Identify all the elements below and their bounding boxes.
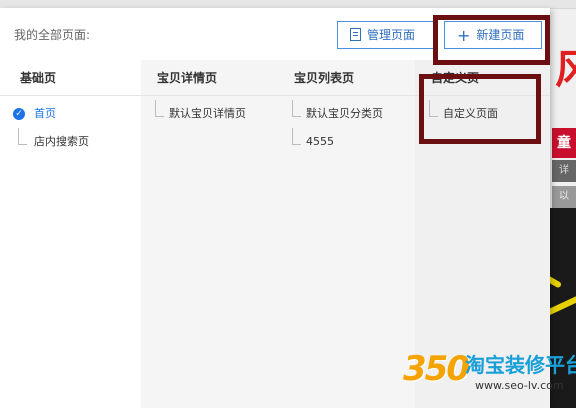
page-item-label: 店内搜索页	[34, 135, 89, 148]
column-basic-pages: 基础页 ✓ 首页 店内搜索页	[0, 60, 141, 408]
column-title: 基础页	[0, 60, 141, 96]
column-title: 宝贝详情页	[141, 60, 278, 96]
manage-pages-label: 管理页面	[367, 28, 416, 42]
page-item-store-search[interactable]: 店内搜索页	[0, 128, 141, 156]
manage-pages-button[interactable]: 管理页面	[337, 21, 437, 49]
background-red-block: 童	[552, 128, 576, 158]
column-item-list-pages: 宝贝列表页 默认宝贝分类页 4555	[278, 60, 415, 408]
page-item-label: 自定义页面	[443, 107, 498, 120]
popup-header: 我的全部页面: 管理页面 + 新建页面	[0, 8, 550, 58]
page-item-label: 首页	[34, 107, 56, 120]
page-item-label: 默认宝贝详情页	[169, 107, 246, 120]
column-item-detail-pages: 宝贝详情页 默认宝贝详情页	[141, 60, 278, 408]
watermark-url: www.seo-lv.com	[475, 379, 564, 392]
popup-title: 我的全部页面:	[14, 28, 91, 42]
page-item-custom[interactable]: 自定义页面	[415, 100, 550, 128]
document-icon	[350, 28, 361, 41]
new-page-label: 新建页面	[476, 28, 525, 42]
column-title: 自定义页	[415, 60, 550, 96]
page-item-default-detail[interactable]: 默认宝贝详情页	[141, 100, 278, 128]
page-selector-popup: 我的全部页面: 管理页面 + 新建页面 基础页 ✓ 首页 店内搜索页 宝贝详情页	[0, 8, 550, 408]
new-page-button[interactable]: + 新建页面	[444, 21, 542, 49]
tree-branch-line	[292, 100, 301, 117]
column-title: 宝贝列表页	[278, 60, 415, 96]
background-grey-block: 详	[552, 160, 576, 182]
tree-branch-line	[155, 100, 164, 117]
page-item-label: 默认宝贝分类页	[306, 107, 383, 120]
page-item-4555[interactable]: 4555	[278, 128, 415, 156]
plus-icon: +	[457, 25, 471, 45]
page-item-label: 4555	[306, 135, 334, 148]
page-item-default-category[interactable]: 默认宝贝分类页	[278, 100, 415, 128]
tree-branch-line	[429, 100, 438, 117]
page-item-home[interactable]: ✓ 首页	[0, 100, 141, 128]
tree-branch-line	[292, 128, 301, 145]
background-banner-char: 风	[555, 47, 576, 93]
watermark-number: 350	[403, 349, 470, 389]
background-grey-block-2: 以	[552, 186, 576, 208]
watermark-name: 淘宝装修平台	[465, 353, 576, 377]
check-circle-icon: ✓	[13, 108, 25, 120]
tree-branch-line	[18, 128, 27, 145]
